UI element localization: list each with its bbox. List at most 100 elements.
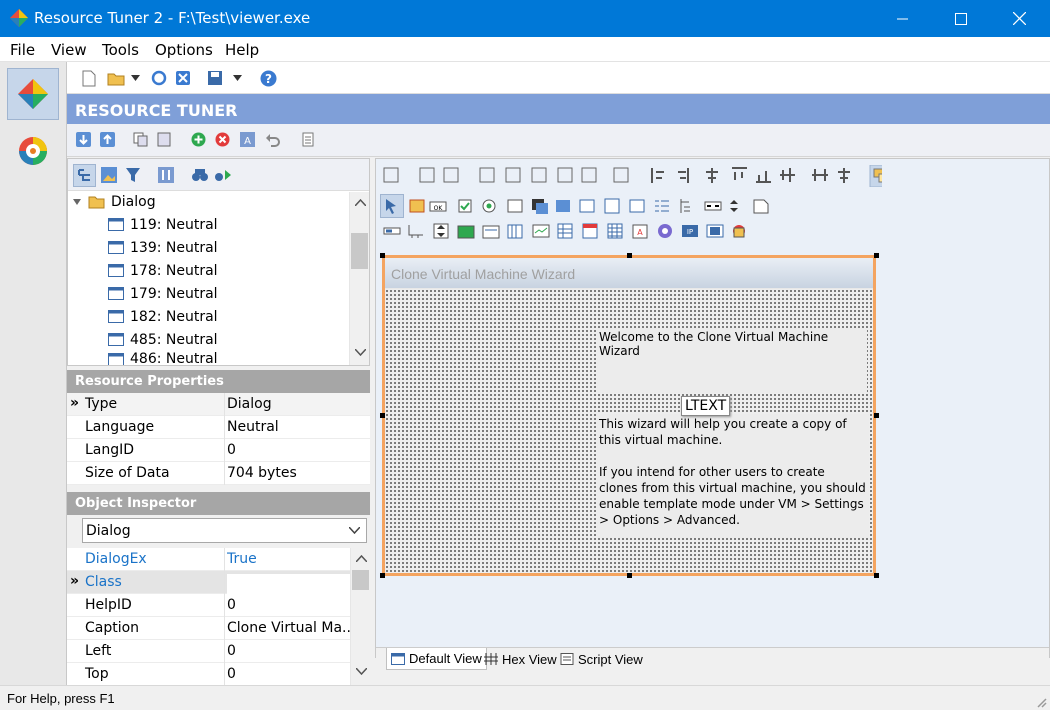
properties-icon[interactable] bbox=[301, 132, 316, 147]
copy-icon[interactable] bbox=[133, 132, 148, 147]
scrollbar-thumb[interactable] bbox=[351, 233, 368, 269]
select-tool-button[interactable] bbox=[380, 194, 404, 218]
resize-handle[interactable] bbox=[627, 253, 632, 258]
resize-handle[interactable] bbox=[874, 253, 879, 258]
inspector-row[interactable]: HelpID 0 bbox=[67, 594, 350, 617]
control-palette-icon[interactable]: OK bbox=[408, 196, 788, 218]
maximize-button[interactable] bbox=[938, 0, 984, 37]
chevron-down-icon[interactable] bbox=[131, 75, 140, 81]
scrollbar-thumb[interactable] bbox=[352, 570, 369, 590]
resize-grip-icon[interactable] bbox=[1035, 696, 1047, 708]
save-icon[interactable] bbox=[207, 70, 223, 86]
menu-view[interactable]: View bbox=[51, 41, 87, 59]
open-folder-icon[interactable] bbox=[107, 71, 125, 86]
tree-item[interactable]: 486: Neutral bbox=[108, 351, 218, 365]
menu-options[interactable]: Options bbox=[155, 41, 213, 59]
chevron-down-icon[interactable] bbox=[233, 75, 242, 81]
property-key: Size of Data bbox=[85, 465, 170, 481]
color-wheel-button[interactable] bbox=[7, 125, 59, 177]
inspector-row-selected[interactable]: » Class bbox=[67, 571, 352, 596]
property-value[interactable] bbox=[227, 574, 352, 596]
object-select[interactable]: Dialog bbox=[82, 518, 367, 543]
pointer-icon bbox=[386, 199, 396, 214]
svg-text:A: A bbox=[244, 136, 251, 147]
inspector-scrollbar[interactable] bbox=[350, 548, 370, 685]
dialog-caption-bar[interactable]: Clone Virtual Machine Wizard bbox=[385, 258, 873, 288]
scroll-up-icon[interactable] bbox=[356, 555, 367, 562]
menu-help[interactable]: Help bbox=[225, 41, 259, 59]
current-row-marker-icon: » bbox=[70, 395, 80, 411]
help-icon[interactable]: ? bbox=[260, 70, 277, 87]
move-up-icon[interactable] bbox=[100, 132, 115, 147]
property-row[interactable]: LangID 0 bbox=[67, 439, 370, 462]
paste-icon[interactable] bbox=[157, 132, 172, 147]
minimize-button[interactable] bbox=[880, 0, 926, 37]
tree-folder-dialog[interactable]: Dialog bbox=[72, 190, 156, 213]
property-row[interactable]: » Type Dialog bbox=[67, 393, 370, 416]
resource-tuner-button[interactable] bbox=[7, 68, 59, 120]
tab-script-view[interactable]: Script View bbox=[556, 648, 647, 670]
tree-item-label: 182: Neutral bbox=[130, 308, 218, 325]
resource-properties-header: Resource Properties bbox=[67, 370, 370, 393]
menu-tools[interactable]: Tools bbox=[102, 41, 139, 59]
minimize-icon bbox=[897, 18, 908, 19]
scroll-down-icon[interactable] bbox=[356, 668, 367, 675]
undo-icon[interactable] bbox=[265, 132, 280, 147]
resize-handle[interactable] bbox=[874, 573, 879, 578]
tree-item[interactable]: 485: Neutral bbox=[108, 328, 218, 351]
property-key: Type bbox=[85, 396, 118, 412]
tab-hex-view[interactable]: Hex View bbox=[480, 648, 561, 670]
tab-label: Default View bbox=[409, 651, 482, 666]
chevron-down-icon bbox=[349, 527, 360, 534]
control-palette-icon[interactable]: A IP bbox=[382, 221, 762, 243]
image-icon[interactable] bbox=[101, 167, 117, 183]
tab-default-view[interactable]: Default View bbox=[386, 648, 487, 670]
rename-icon[interactable]: A bbox=[240, 132, 255, 147]
inspector-row[interactable]: Top 0 bbox=[67, 663, 350, 685]
new-file-icon[interactable] bbox=[82, 70, 96, 87]
property-key: Class bbox=[85, 574, 122, 590]
tree-item[interactable]: 179: Neutral bbox=[108, 282, 218, 305]
find-next-icon[interactable] bbox=[214, 167, 232, 183]
close-icon bbox=[1012, 12, 1026, 25]
property-row[interactable]: Language Neutral bbox=[67, 416, 370, 439]
close-button[interactable] bbox=[996, 0, 1042, 37]
find-icon[interactable] bbox=[191, 167, 209, 183]
inspector-row[interactable]: DialogEx True bbox=[67, 548, 350, 571]
resize-handle[interactable] bbox=[380, 413, 385, 418]
inspector-row[interactable]: Caption Clone Virtual Ma... bbox=[67, 617, 352, 640]
delete-icon[interactable] bbox=[215, 132, 230, 147]
tree-item[interactable]: 182: Neutral bbox=[108, 305, 218, 328]
property-row[interactable]: Size of Data 704 bytes bbox=[67, 462, 370, 485]
window-title: Resource Tuner 2 - F:\Test\viewer.exe bbox=[34, 9, 311, 27]
close-file-icon[interactable] bbox=[175, 70, 191, 86]
alignment-tools-icon[interactable] bbox=[382, 165, 882, 187]
inspector-row[interactable]: Left 0 bbox=[67, 640, 350, 663]
resize-handle[interactable] bbox=[627, 573, 632, 578]
resize-handle[interactable] bbox=[380, 253, 385, 258]
collapse-icon[interactable] bbox=[72, 197, 82, 207]
move-down-icon[interactable] bbox=[76, 132, 91, 147]
welcome-label[interactable]: Welcome to the Clone Virtual Machine Wiz… bbox=[597, 328, 867, 393]
add-icon[interactable] bbox=[191, 132, 206, 147]
sort-icon[interactable] bbox=[158, 167, 174, 183]
filter-icon[interactable] bbox=[125, 167, 141, 183]
tree-item[interactable]: 119: Neutral bbox=[108, 213, 218, 236]
status-text: For Help, press F1 bbox=[7, 691, 115, 706]
view-tab-bar: Default View Hex View Script View bbox=[376, 647, 1049, 671]
tree-scrollbar[interactable] bbox=[349, 192, 369, 365]
script-icon bbox=[560, 653, 574, 665]
refresh-icon[interactable] bbox=[151, 70, 167, 86]
tree-item[interactable]: 139: Neutral bbox=[108, 236, 218, 259]
scroll-down-icon[interactable] bbox=[355, 349, 366, 356]
scroll-up-icon[interactable] bbox=[355, 199, 366, 206]
dialog-preview[interactable]: Clone Virtual Machine Wizard Welcome to … bbox=[382, 255, 876, 576]
tree-view-button[interactable] bbox=[73, 164, 96, 187]
dialog-icon bbox=[108, 353, 124, 365]
resize-handle[interactable] bbox=[874, 413, 879, 418]
tree-item[interactable]: 178: Neutral bbox=[108, 259, 218, 282]
description-label[interactable]: This wizard will help you create a copy … bbox=[597, 414, 869, 538]
resize-handle[interactable] bbox=[380, 573, 385, 578]
tree-item-label: 485: Neutral bbox=[130, 331, 218, 348]
menu-file[interactable]: File bbox=[10, 41, 35, 59]
